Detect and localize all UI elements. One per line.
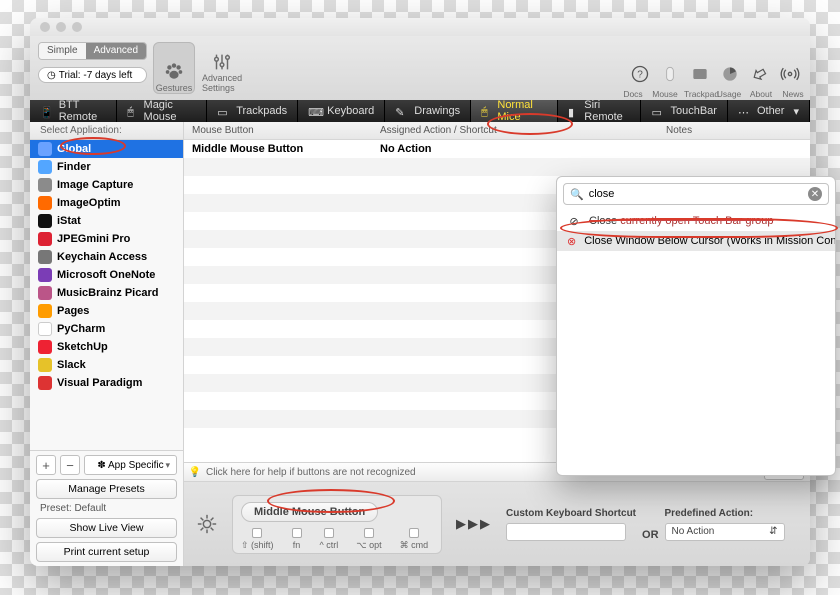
about-icon[interactable] — [750, 64, 770, 84]
toolbar-advanced-settings[interactable]: Advanced Settings — [201, 42, 243, 94]
sidebar-item-global[interactable]: Global — [30, 140, 183, 158]
close-window-icon[interactable] — [40, 22, 50, 32]
tab-drawings[interactable]: ✎Drawings — [385, 100, 471, 122]
toolbar: Simple Advanced ◷ Trial: -7 days left Ge… — [30, 36, 810, 100]
print-setup-button[interactable]: Print current setup — [36, 542, 177, 562]
mod-ctrl[interactable]: ^ ctrl — [320, 528, 339, 551]
tab-touchbar[interactable]: ▭TouchBar — [641, 100, 727, 122]
col-mouse-button[interactable]: Mouse Button — [184, 122, 372, 139]
search-result[interactable]: ⊗ Close Window Below Cursor (Works in Mi… — [557, 231, 835, 251]
sidebar-item-jpegmini[interactable]: JPEGmini Pro — [30, 230, 183, 248]
search-icon: 🔍 — [570, 188, 584, 201]
col-action[interactable]: Assigned Action / Shortcut — [372, 122, 658, 139]
column-headers: Mouse Button Assigned Action / Shortcut … — [184, 122, 810, 140]
col-notes[interactable]: Notes — [658, 122, 692, 139]
trackpad-icon[interactable] — [690, 64, 710, 84]
gear-icon[interactable] — [196, 513, 218, 535]
zoom-window-icon[interactable] — [72, 22, 82, 32]
sidebar-bottom: + − ✽ App Specific Manage Presets Preset… — [30, 450, 183, 566]
paw-icon — [163, 61, 185, 83]
sidebar-item-sketchup[interactable]: SketchUp — [30, 338, 183, 356]
toolbar-gestures[interactable]: Gestures — [153, 42, 195, 94]
sidebar-item-picard[interactable]: MusicBrainz Picard — [30, 284, 183, 302]
predefined-action-block: Predefined Action: No Action⇵ — [665, 508, 785, 541]
search-field[interactable]: 🔍 ✕ — [563, 183, 829, 205]
app-list[interactable]: Global Finder Image Capture ImageOptim i… — [30, 140, 183, 450]
help-text[interactable]: Click here for help if buttons are not r… — [206, 467, 416, 478]
toolbar-right-icons: ? — [630, 64, 800, 84]
sidebar-header: Select Application: — [30, 122, 183, 140]
sidebar-item-finder[interactable]: Finder — [30, 158, 183, 176]
sidebar: Select Application: Global Finder Image … — [30, 122, 184, 566]
tab-btt-remote[interactable]: 📱BTT Remote — [30, 100, 117, 122]
trigger-editor: Middle Mouse Button ⇧ (shift) fn ^ ctrl … — [184, 482, 810, 566]
action-search-popup: 🔍 ✕ ⊘ currently open Touch Bar group ⊗ C… — [556, 176, 836, 476]
sidebar-item-visual-paradigm[interactable]: Visual Paradigm — [30, 374, 183, 392]
device-tabbar: 📱BTT Remote 🖱Magic Mouse ▭Trackpads ⌨Key… — [30, 100, 810, 122]
sidebar-item-pages[interactable]: Pages — [30, 302, 183, 320]
tab-normal-mice[interactable]: 🖱Normal Mice — [471, 100, 558, 122]
tab-keyboard[interactable]: ⌨Keyboard — [298, 100, 385, 122]
sliders-icon — [211, 51, 233, 73]
remove-app-button[interactable]: − — [60, 455, 80, 475]
modifier-row: ⇧ (shift) fn ^ ctrl ⌥ opt ⌘ cmd — [241, 528, 433, 551]
sidebar-item-pycharm[interactable]: PyCharm — [30, 320, 183, 338]
table-row[interactable]: Middle Mouse Button No Action — [184, 140, 810, 158]
show-live-view-button[interactable]: Show Live View — [36, 518, 177, 538]
tab-trackpads[interactable]: ▭Trackpads — [207, 100, 298, 122]
sidebar-item-istat[interactable]: iStat — [30, 212, 183, 230]
clear-search-icon[interactable]: ✕ — [808, 187, 822, 201]
trigger-chip[interactable]: Middle Mouse Button — [241, 502, 378, 522]
mouse-icon[interactable] — [660, 64, 680, 84]
search-result[interactable]: ⊘ currently open Touch Bar group — [557, 211, 835, 231]
add-app-button[interactable]: + — [36, 455, 56, 475]
mode-simple[interactable]: Simple — [39, 43, 86, 59]
preset-label: Preset: Default — [36, 503, 177, 514]
mod-shift[interactable]: ⇧ (shift) — [241, 528, 274, 551]
mode-advanced[interactable]: Advanced — [86, 43, 146, 59]
sidebar-item-keychain[interactable]: Keychain Access — [30, 248, 183, 266]
predefined-action-select[interactable]: No Action⇵ — [665, 523, 785, 541]
mode-segmented[interactable]: Simple Advanced — [38, 42, 147, 60]
mod-fn[interactable]: fn — [292, 528, 302, 551]
lightbulb-icon[interactable]: 💡 — [184, 467, 206, 478]
prohibit-icon: ⊘ — [567, 215, 581, 228]
sidebar-item-slack[interactable]: Slack — [30, 356, 183, 374]
svg-text:?: ? — [637, 69, 643, 80]
search-input[interactable] — [589, 188, 803, 200]
mod-cmd[interactable]: ⌘ cmd — [400, 528, 429, 551]
trigger-card: Middle Mouse Button ⇧ (shift) fn ^ ctrl … — [232, 495, 442, 554]
sidebar-item-image-capture[interactable]: Image Capture — [30, 176, 183, 194]
window-titlebar — [30, 18, 810, 36]
toolbar-right-labels: DocsMouseTrackpadUsageAboutNews — [620, 89, 806, 99]
news-icon[interactable] — [780, 64, 800, 84]
usage-icon[interactable] — [720, 64, 740, 84]
mod-opt[interactable]: ⌥ opt — [356, 528, 381, 551]
or-label: OR — [642, 529, 659, 541]
sidebar-item-onenote[interactable]: Microsoft OneNote — [30, 266, 183, 284]
manage-presets-button[interactable]: Manage Presets — [36, 479, 177, 499]
app-specific-select[interactable]: ✽ App Specific — [84, 455, 177, 475]
close-window-icon: ⊗ — [567, 235, 576, 248]
minimize-window-icon[interactable] — [56, 22, 66, 32]
shortcut-field[interactable] — [506, 523, 626, 541]
clock-icon: ◷ — [47, 70, 56, 81]
trial-badge[interactable]: ◷ Trial: -7 days left — [38, 67, 147, 83]
tab-magic-mouse[interactable]: 🖱Magic Mouse — [117, 100, 207, 122]
custom-shortcut-block: Custom Keyboard Shortcut — [506, 508, 636, 541]
help-icon[interactable]: ? — [630, 64, 650, 84]
tab-other[interactable]: ⋯Other▾ — [728, 100, 810, 122]
sidebar-item-imageoptim[interactable]: ImageOptim — [30, 194, 183, 212]
arrow-icon: ▶▶▶ — [456, 516, 492, 532]
tab-siri-remote[interactable]: ▮Siri Remote — [558, 100, 641, 122]
